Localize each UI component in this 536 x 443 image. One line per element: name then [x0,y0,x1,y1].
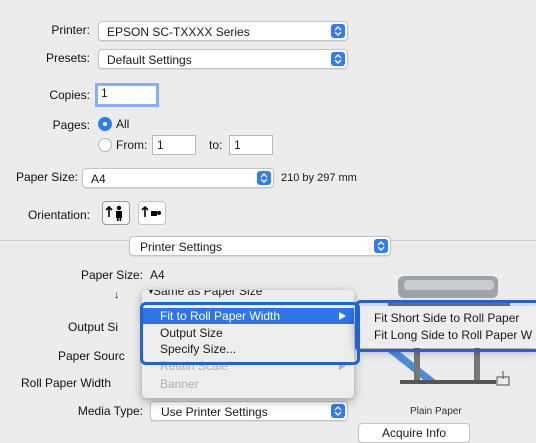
tray-icon [496,371,510,386]
pages-label: Pages: [52,118,90,132]
section-popup[interactable]: Printer Settings [129,236,391,256]
media-type-popup[interactable]: Use Printer Settings [150,401,348,421]
media-type-value: Use Printer Settings [161,405,268,419]
menu-item-same-as-paper-size[interactable]: ▼ Same as Paper Size [142,290,354,300]
printer-label: Printer: [51,23,90,37]
paper-size-popup[interactable]: A4 [82,168,274,188]
menu-item-label: Banner [160,377,199,391]
paper-source-label: Paper Sourc [58,349,125,363]
pages-all-radio[interactable] [98,117,112,131]
landscape-person-icon [141,205,161,217]
copies-field[interactable]: 1 [95,83,159,107]
pages-from-field[interactable]: 1 [152,135,196,155]
section-popup-value: Printer Settings [140,240,223,254]
output-size-arrow-icon: ↓ [114,289,120,301]
popup-arrows-icon [331,404,345,418]
menu-callout-outline [140,302,360,365]
popup-arrows-icon [374,239,388,253]
media-type-label: Media Type: [77,404,143,418]
pages-all-label: All [116,117,130,131]
pages-to-field[interactable]: 1 [229,135,273,155]
popup-arrows-icon [331,24,345,38]
plain-paper-caption: Plain Paper [410,406,462,417]
settings-paper-size-value: A4 [150,268,165,282]
paper-dimensions: 210 by 297 mm [281,172,357,184]
pages-from-label: From: [116,138,148,152]
popup-arrows-icon [331,52,345,66]
presets-popup[interactable]: Default Settings [98,49,348,69]
acquire-info-button[interactable]: Acquire Info [358,423,470,443]
pages-from-radio[interactable] [98,138,112,152]
menu-item-label: Same as Paper Size [153,290,263,298]
printer-popup[interactable]: EPSON SC-TXXXX Series [98,21,348,41]
presets-label: Presets: [45,51,90,65]
landscape-orientation-button[interactable] [138,201,166,225]
paper-size-value: A4 [91,172,106,186]
submenu-callout-outline [355,300,536,352]
orientation-label: Orientation: [27,208,90,222]
copies-label: Copies: [49,88,90,102]
portrait-orientation-button[interactable] [102,201,130,225]
presets-value: Default Settings [107,53,192,67]
popup-arrows-icon [257,171,271,185]
roll-paper-width-label: Roll Paper Width [21,376,112,390]
menu-item-banner: Banner [142,376,354,392]
pages-to-label: to: [209,138,223,152]
paper-size-label: Paper Size: [15,170,78,184]
output-size-label: Output Si [68,320,119,334]
portrait-person-icon [105,205,122,221]
printer-value: EPSON SC-TXXXX Series [107,25,250,39]
settings-paper-size-label: Paper Size: [80,268,143,282]
